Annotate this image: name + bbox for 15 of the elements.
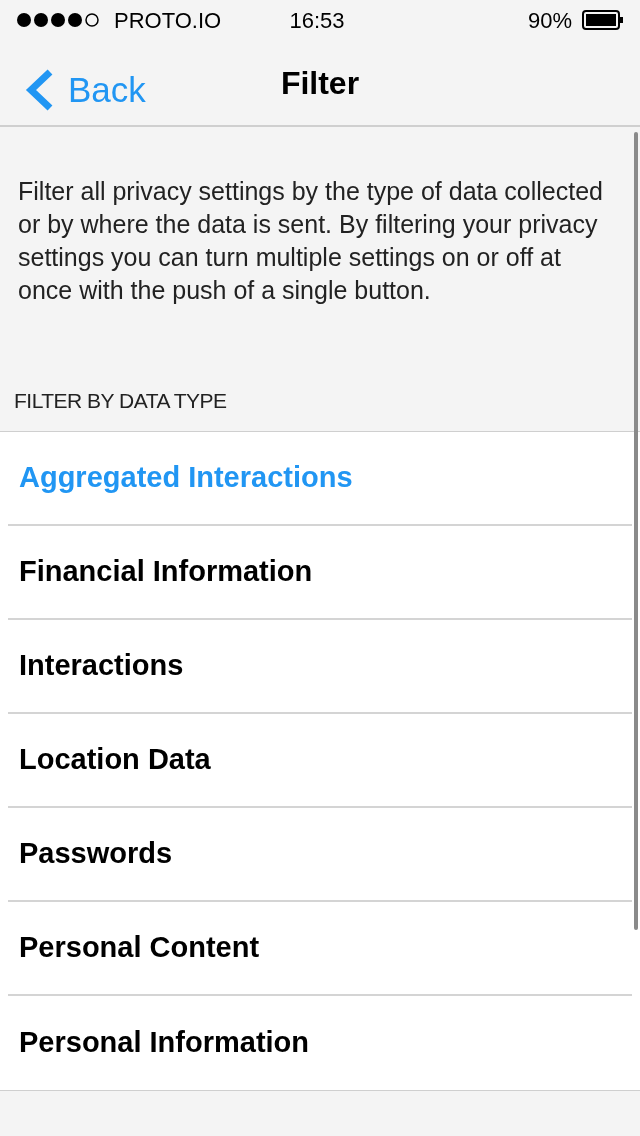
list-item[interactable]: Interactions (8, 643, 195, 688)
carrier-name: PROTO.IO (114, 6, 222, 35)
list-item[interactable]: Financial Information (8, 549, 324, 594)
screen-title: Filter (280, 63, 360, 103)
list-item[interactable]: Location Data (8, 737, 222, 782)
list-item[interactable]: Passwords (8, 831, 184, 876)
list-item[interactable]: Personal Content (8, 925, 271, 970)
section-header: FILTER BY DATA TYPE (13, 388, 228, 414)
list-item[interactable]: Personal Information (8, 1020, 321, 1065)
description-text: Filter all privacy settings by the type of data collected or by where the data is sent. By filtering your privacy settings you can turn multiple settings on or off at once with the push of a single button. (17, 176, 604, 306)
signal-strength-icon (16, 12, 102, 28)
battery-icon (582, 10, 624, 30)
back-chevron-icon (24, 69, 54, 112)
battery-percentage: 90% (527, 6, 572, 35)
status-time: 16:53 (289, 6, 345, 35)
